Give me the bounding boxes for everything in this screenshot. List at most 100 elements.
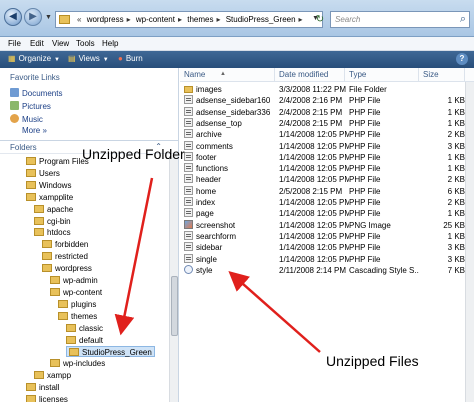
tree-item-wordpress[interactable]: wordpress <box>42 263 92 274</box>
tree-item-default[interactable]: default <box>66 335 103 346</box>
breadcrumb-wp-content[interactable]: wp-content <box>136 15 175 24</box>
column-header-size[interactable]: Size <box>419 68 465 82</box>
file-date-text: 1/14/2008 12:05 PM <box>279 254 349 264</box>
file-row[interactable]: adsense_sidebar160 2/4/2008 2:16 PM PHP Fi… <box>180 95 474 106</box>
file-type: PHP File <box>349 186 419 197</box>
breadcrumb-separator-icon[interactable]: ▸ <box>299 15 303 24</box>
favorite-pictures[interactable]: Pictures <box>10 101 51 111</box>
menu-tools[interactable]: Tools <box>76 39 95 48</box>
search-icon[interactable]: ⌕ <box>460 13 466 26</box>
tree-item-wp-admin[interactable]: wp-admin <box>50 275 98 286</box>
tree-item-wp-includes[interactable]: wp-includes <box>50 358 105 369</box>
file-row[interactable]: adsense_top 2/4/2008 2:15 PM PHP File 1 KB <box>180 117 474 129</box>
file-row[interactable]: header 1/14/2008 12:05 PM PHP File 2 KB <box>180 174 474 185</box>
column-header-name[interactable]: Name ▲ <box>180 68 275 82</box>
tree-item-studiopress-green[interactable]: StudioPress_Green <box>66 346 155 358</box>
column-header-type[interactable]: Type <box>345 68 419 82</box>
file-type-text: PHP File <box>349 164 381 174</box>
file-row[interactable]: comments 1/14/2008 12:05 PM PHP File 3 KB <box>180 140 474 152</box>
file-size: 2 KB <box>419 129 465 140</box>
tree-item-program-files[interactable]: Program Files <box>26 156 89 167</box>
tree-item-forbidden[interactable]: forbidden <box>42 239 88 250</box>
tree-item-wp-content[interactable]: wp-content <box>50 287 102 298</box>
tree-item-users[interactable]: Users <box>26 168 60 179</box>
breadcrumb-wordpress[interactable]: wordpress <box>87 15 124 24</box>
file-name-text: searchform <box>196 231 237 241</box>
file-name-text: style <box>196 265 213 275</box>
breadcrumb-themes[interactable]: themes <box>187 15 213 24</box>
breadcrumb-separator-icon[interactable]: ▸ <box>216 15 220 24</box>
breadcrumb-separator-icon[interactable]: ▸ <box>127 15 131 24</box>
views-button[interactable]: ▤ Views ▼ <box>68 54 109 63</box>
menu-file[interactable]: File <box>8 39 21 48</box>
refresh-icon[interactable]: ↻ <box>313 11 327 28</box>
organize-button[interactable]: ▦ Organize ▼ <box>8 54 60 63</box>
tree-item-htdocs[interactable]: htdocs <box>34 227 71 238</box>
folder-icon <box>34 204 44 213</box>
file-name: screenshot <box>184 219 276 231</box>
breadcrumb-separator-icon[interactable]: ▸ <box>178 15 182 24</box>
php-file-icon <box>184 140 193 150</box>
file-row[interactable]: single 1/14/2008 12:05 PM PHP File 3 KB <box>180 253 474 265</box>
favorite-music[interactable]: Music <box>10 114 43 124</box>
file-type-text: PHP File <box>349 152 381 162</box>
tree-item-themes[interactable]: themes <box>58 311 97 322</box>
help-icon[interactable]: ? <box>456 53 468 65</box>
organize-icon: ▦ <box>8 54 16 63</box>
tree-item-cgi-bin[interactable]: cgi-bin <box>34 216 71 227</box>
file-name: single <box>184 253 276 265</box>
address-bar[interactable]: « wordpress ▸ wp-content ▸ themes ▸ StudioP… <box>55 11 323 28</box>
file-date-text: 2/4/2008 2:15 PM <box>279 118 343 128</box>
forward-button[interactable]: ▶ <box>24 8 42 26</box>
file-name: comments <box>184 140 276 152</box>
tree-item-classic[interactable]: classic <box>66 323 103 334</box>
file-date: 1/14/2008 12:05 PM <box>279 163 349 174</box>
menu-help[interactable]: Help <box>102 39 118 48</box>
file-row[interactable]: adsense_sidebar336 2/4/2008 2:15 PM PHP Fi… <box>180 106 474 118</box>
file-row[interactable]: screenshot 1/14/2008 12:05 PM PNG Image 25 … <box>180 219 474 231</box>
file-row[interactable]: page 1/14/2008 12:05 PM PHP File 1 KB <box>180 208 474 219</box>
tree-item-xampplite[interactable]: xampplite <box>26 192 73 203</box>
scrollbar-thumb[interactable] <box>171 276 178 336</box>
file-row[interactable]: archive 1/14/2008 12:05 PM PHP File 2 KB <box>180 129 474 140</box>
recent-pages-dropdown-icon[interactable]: ▼ <box>45 14 52 21</box>
png-file-icon <box>184 219 193 229</box>
php-file-icon <box>184 253 193 263</box>
file-row[interactable]: style 2/11/2008 2:14 PM Cascading Style S.… <box>180 264 474 276</box>
burn-button[interactable]: ● Burn <box>118 54 143 63</box>
folder-icon <box>58 299 68 308</box>
more-links[interactable]: More » <box>22 126 47 135</box>
search-input[interactable]: Search ⌕ <box>330 11 470 28</box>
favorite-documents[interactable]: Documents <box>10 88 62 98</box>
file-row[interactable]: images 3/3/2008 11:22 PM File Folder <box>180 84 474 95</box>
tree-item-windows[interactable]: Windows <box>26 180 71 191</box>
tree-item-xampp[interactable]: xampp <box>34 370 71 381</box>
tree-item-install[interactable]: install <box>26 382 59 393</box>
breadcrumb-studiopress-green[interactable]: StudioPress_Green <box>226 15 296 24</box>
column-header-date[interactable]: Date modified <box>275 68 345 82</box>
menu-view[interactable]: View <box>52 39 69 48</box>
file-row[interactable]: functions 1/14/2008 12:05 PM PHP File 1 KB <box>180 163 474 174</box>
file-row[interactable]: sidebar 1/14/2008 12:05 PM PHP File 3 KB <box>180 242 474 253</box>
file-list-scrollbar[interactable] <box>465 82 474 402</box>
file-name-text: home <box>196 186 217 196</box>
folder-tree-scrollbar[interactable] <box>169 156 178 402</box>
tree-item-restricted[interactable]: restricted <box>42 251 88 262</box>
tree-item-apache[interactable]: apache <box>34 204 73 215</box>
tree-item-plugins[interactable]: plugins <box>58 299 96 310</box>
file-row[interactable]: searchform 1/14/2008 12:05 PM PHP File 1 KB <box>180 230 474 242</box>
menu-edit[interactable]: Edit <box>30 39 44 48</box>
file-row[interactable]: home 2/5/2008 2:15 PM PHP File 6 KB <box>180 185 474 197</box>
column-header-row: Name ▲ Date modified Type Size <box>180 68 474 82</box>
breadcrumb-overflow[interactable]: « <box>77 15 81 24</box>
file-row[interactable]: index 1/14/2008 12:05 PM PHP File 2 KB <box>180 197 474 208</box>
file-row[interactable]: footer 1/14/2008 12:05 PM PHP File 1 KB <box>180 151 474 163</box>
folder-icon <box>42 264 52 273</box>
file-date-text: 2/4/2008 2:16 PM <box>279 96 343 106</box>
tree-item-licenses[interactable]: licenses <box>26 394 68 402</box>
php-file-icon <box>184 230 193 240</box>
file-size-text: 1 KB <box>447 118 465 128</box>
back-button[interactable]: ◀ <box>4 8 22 26</box>
file-date: 2/4/2008 2:15 PM <box>279 118 349 129</box>
documents-icon <box>10 88 19 97</box>
